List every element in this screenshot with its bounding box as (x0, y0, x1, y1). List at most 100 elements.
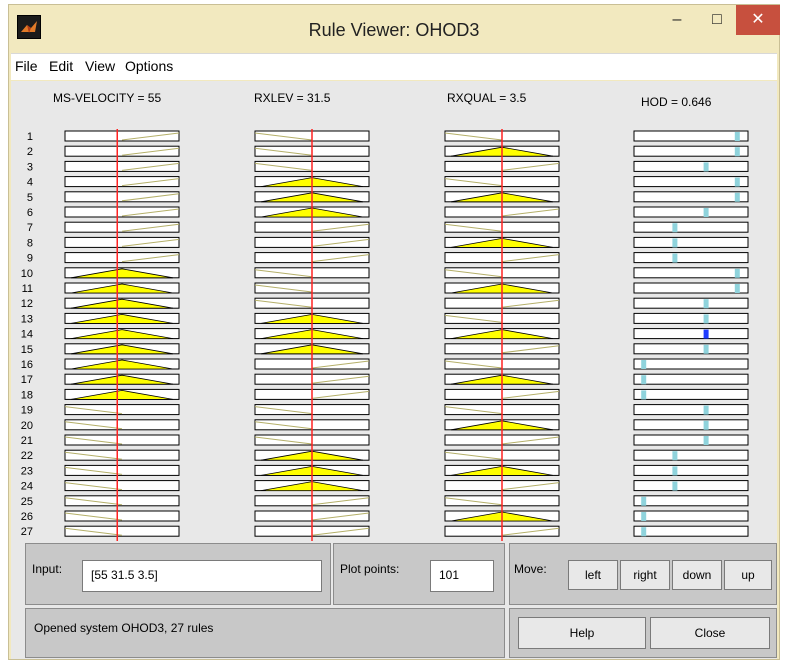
output-bar (672, 238, 678, 248)
rule-number: 19 (21, 405, 33, 417)
output-cell (633, 236, 749, 248)
menu-file[interactable]: File (15, 58, 38, 74)
rule-number: 14 (21, 329, 33, 341)
output-bar (734, 147, 740, 157)
output-cell (633, 434, 749, 446)
output-bar (641, 512, 647, 521)
rule-number: 26 (21, 511, 33, 523)
rule-number: 7 (27, 222, 33, 234)
output-cell (633, 282, 749, 294)
rule-number: 18 (21, 389, 33, 401)
output-cell (633, 388, 749, 400)
output-cell (633, 404, 749, 416)
output-bar (703, 436, 709, 445)
move-down-button[interactable]: down (672, 560, 722, 590)
output-cell (633, 221, 749, 233)
output-bar (703, 344, 709, 354)
output-bar (703, 299, 709, 309)
rule-number: 12 (21, 298, 33, 310)
output-cell (633, 373, 749, 385)
output-cell (633, 495, 749, 507)
move-label: Move: (514, 562, 547, 576)
output-bar (672, 451, 678, 461)
rule-number: 11 (22, 283, 33, 295)
rule-number: 4 (27, 177, 33, 189)
output-bar (672, 223, 678, 233)
output-cell (633, 419, 749, 431)
output-cell (633, 480, 749, 492)
rule-number: 13 (21, 313, 33, 325)
move-left-button[interactable]: left (568, 560, 618, 590)
move-right-button[interactable]: right (620, 560, 670, 590)
help-button[interactable]: Help (518, 617, 646, 649)
title-bar: Rule Viewer: OHOD3 – □ ✕ (9, 5, 780, 53)
output-bar (703, 405, 709, 415)
input-field[interactable]: [55 31.5 3.5] (82, 560, 322, 592)
menu-edit[interactable]: Edit (49, 58, 73, 74)
maximize-button[interactable]: □ (699, 5, 735, 35)
status-panel: Opened system OHOD3, 27 rules (25, 608, 505, 658)
output-cell (633, 312, 749, 324)
output-cell (633, 343, 749, 355)
output-bar (672, 481, 678, 491)
rule-number: 15 (21, 344, 33, 356)
output-bar (703, 208, 709, 217)
minimize-button[interactable]: – (657, 5, 697, 35)
rule-number: 5 (27, 192, 33, 204)
close-window-button[interactable]: ✕ (736, 5, 780, 35)
output-cell (633, 145, 749, 157)
rule-number: 16 (21, 359, 33, 371)
rule-plots[interactable]: 1234567891011121314151617181920212223242… (11, 81, 777, 541)
actions-panel: Help Close (509, 608, 777, 658)
plot-points-panel: Plot points: 101 (333, 543, 505, 605)
output-cell (633, 297, 749, 309)
rule-number: 27 (21, 526, 33, 538)
output-bar (734, 284, 740, 293)
output-bar (641, 527, 647, 537)
output-bar (703, 420, 709, 430)
rule-number: 8 (27, 237, 33, 249)
output-cell (633, 510, 749, 522)
output-bar (672, 466, 678, 476)
move-panel: Move: left right down up (509, 543, 777, 605)
output-bar (672, 253, 678, 263)
output-cell (633, 525, 749, 537)
output-cell (633, 267, 749, 279)
close-button[interactable]: Close (650, 617, 770, 649)
rule-number: 21 (21, 435, 33, 447)
output-bar (703, 162, 709, 172)
rule-number: 20 (21, 420, 33, 432)
rule-viewer-area: MS-VELOCITY = 55 RXLEV = 31.5 RXQUAL = 3… (11, 81, 777, 659)
output-bar (703, 314, 709, 324)
rule-number: 1 (27, 131, 33, 143)
output-cell (633, 464, 749, 476)
output-bar (641, 360, 647, 369)
output-bar (734, 268, 740, 278)
rule-number: 22 (21, 450, 33, 462)
output-bar (734, 192, 740, 202)
rule-viewer-window: Rule Viewer: OHOD3 – □ ✕ File Edit View … (8, 4, 780, 660)
menu-bar: File Edit View Options (11, 53, 777, 80)
plot-points-field[interactable]: 101 (430, 560, 494, 592)
output-cell (633, 130, 749, 142)
output-cell (633, 191, 749, 203)
output-cell (633, 160, 749, 172)
rule-number: 6 (27, 207, 33, 219)
menu-options[interactable]: Options (125, 58, 173, 74)
rule-number: 3 (27, 161, 33, 173)
output-bar (641, 390, 647, 400)
menu-view[interactable]: View (85, 58, 115, 74)
output-cell (633, 252, 749, 264)
output-bar (734, 177, 740, 187)
output-cell (633, 449, 749, 461)
rule-number: 24 (21, 481, 33, 493)
rule-number: 10 (21, 268, 33, 280)
rule-number: 25 (21, 496, 33, 508)
output-cell (633, 358, 749, 370)
rule-number: 23 (21, 465, 33, 477)
output-bar (641, 496, 647, 506)
move-up-button[interactable]: up (724, 560, 772, 590)
output-bar (641, 375, 647, 385)
output-cell (633, 206, 749, 218)
plot-points-label: Plot points: (340, 562, 400, 576)
